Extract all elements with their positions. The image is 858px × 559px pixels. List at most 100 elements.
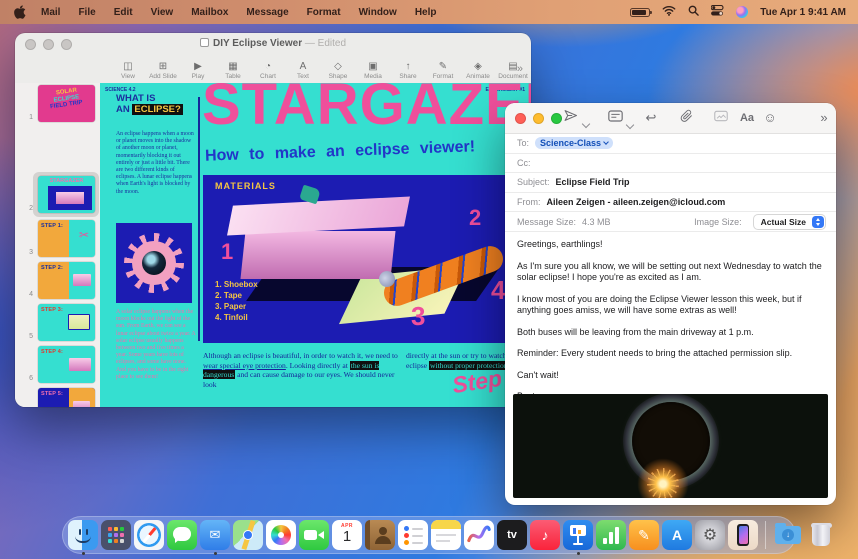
play-button[interactable]: ▶Play	[185, 61, 211, 80]
dock-system-settings[interactable]: ⚙	[695, 520, 725, 550]
dock: ✉ APR 1 tv ♪ ✎ A ⚙ ↓	[62, 516, 796, 554]
text-button[interactable]: AText	[290, 61, 316, 80]
keynote-titlebar[interactable]: DIY Eclipse Viewer — Edited	[15, 33, 531, 55]
close-button[interactable]	[515, 113, 526, 124]
chart-button[interactable]: ◔Chart	[255, 61, 281, 80]
dock-mail[interactable]: ✉	[200, 520, 230, 550]
control-center-icon[interactable]	[711, 5, 724, 19]
dock-photos[interactable]	[266, 520, 296, 550]
material-number-3: 3	[411, 301, 425, 332]
menu-item-edit[interactable]: Edit	[105, 7, 142, 18]
dock-keynote[interactable]	[563, 520, 593, 550]
dock-reminders[interactable]	[398, 520, 428, 550]
dock-app-store[interactable]: A	[662, 520, 692, 550]
dock-music[interactable]: ♪	[530, 520, 560, 550]
emoji-icon[interactable]: ☺	[761, 109, 779, 127]
menu-item-help[interactable]: Help	[406, 7, 446, 18]
menu-item-mail[interactable]: Mail	[32, 7, 69, 18]
slide-paragraph-solar: A solar eclipse happens when the moon bl…	[116, 309, 196, 381]
dock-numbers[interactable]	[596, 520, 626, 550]
dock-maps[interactable]	[233, 520, 263, 550]
subject-field[interactable]: Subject: Eclipse Field Trip	[505, 173, 836, 193]
slide-thumbnail-7[interactable]: 7 STEP 5:	[15, 388, 100, 407]
slide-thumbnail-3[interactable]: 3 STEP 1: ✂	[15, 220, 100, 257]
format-button[interactable]: ✎Format	[430, 61, 456, 80]
view-button[interactable]: ◫View	[115, 61, 141, 80]
table-button[interactable]: ▦Table	[220, 61, 246, 80]
dock-downloads[interactable]: ↓	[773, 520, 803, 550]
dock-notes[interactable]	[431, 520, 461, 550]
menu-item-view[interactable]: View	[142, 7, 183, 18]
image-size-select[interactable]: Actual Size	[753, 214, 826, 230]
mail-toolbar[interactable]: ↩ Aa ☺ »	[505, 103, 836, 134]
dock-calendar[interactable]: APR 1	[332, 520, 362, 550]
add-slide-button[interactable]: ⊞Add Slide	[150, 61, 176, 80]
materials-list: 1. Shoebox 2. Tape 3. Paper 4. Tinfoil	[215, 279, 258, 323]
send-icon[interactable]	[561, 109, 579, 127]
mail-traffic-lights	[505, 113, 562, 124]
dock-contacts[interactable]	[365, 520, 395, 550]
battery-icon[interactable]	[630, 8, 650, 17]
wifi-icon[interactable]	[662, 5, 676, 19]
cc-field[interactable]: Cc:	[505, 154, 836, 174]
menu-item-file[interactable]: File	[69, 7, 104, 18]
slide-thumbnail-6[interactable]: 6 STEP 4:	[15, 346, 100, 383]
slide-subtitle: How to make an eclipse viewer!	[205, 138, 476, 165]
recipient-token[interactable]: Science-Class	[535, 137, 613, 149]
to-field[interactable]: To: Science-Class	[505, 134, 836, 154]
slide-canvas[interactable]: SCIENCE 4.2 EXPERIMENT #1 WHAT IS AN ECL…	[100, 83, 531, 407]
spotlight-icon[interactable]	[688, 5, 699, 19]
slide-thumbnail-5[interactable]: 5 STEP 3:	[15, 304, 100, 341]
menu-bar-clock[interactable]: Tue Apr 1 9:41 AM	[760, 7, 846, 18]
apple-menu-icon[interactable]	[0, 5, 32, 19]
header-fields-icon[interactable]	[603, 109, 627, 127]
insert-photo-icon[interactable]	[712, 109, 730, 127]
thumb-2-art: STARGAZER	[38, 176, 95, 213]
dock-facetime[interactable]	[299, 520, 329, 550]
eclipse-attachment-image[interactable]	[513, 394, 828, 498]
size-row: Message Size: 4.3 MB Image Size: Actual …	[505, 212, 836, 232]
more-toolbar-icon[interactable]: »	[815, 109, 833, 127]
animate-icon: ◈	[474, 61, 482, 72]
share-button[interactable]: ↑Share	[395, 61, 421, 80]
envelope-icon: ✉	[210, 527, 221, 543]
toolbar-overflow-icon[interactable]: »	[517, 63, 523, 75]
edited-label: — Edited	[305, 38, 346, 49]
dock-messages[interactable]	[167, 520, 197, 550]
siri-icon[interactable]	[736, 6, 748, 18]
dock-pages[interactable]: ✎	[629, 520, 659, 550]
chevron-down-icon[interactable]	[627, 115, 633, 133]
chevron-down-icon[interactable]	[583, 114, 589, 132]
dock-freeform[interactable]	[464, 520, 494, 550]
dock-tv[interactable]: tv	[497, 520, 527, 550]
animate-button[interactable]: ◈Animate	[465, 61, 491, 80]
image-size-group: Image Size: Actual Size	[694, 214, 826, 230]
format-text-icon[interactable]: Aa	[737, 109, 757, 127]
dock-trash[interactable]	[806, 520, 836, 550]
dock-safari[interactable]	[134, 520, 164, 550]
body-paragraph: Reminder: Every student needs to bring t…	[517, 348, 825, 360]
shoebox-front	[240, 231, 395, 279]
menu-item-format[interactable]: Format	[298, 7, 350, 18]
from-field[interactable]: From: Aileen Zeigen - aileen.zeigen@iclo…	[505, 193, 836, 213]
shape-button[interactable]: ◇Shape	[325, 61, 351, 80]
body-paragraph: I know most of you are doing the Eclipse…	[517, 294, 825, 317]
minimize-button[interactable]	[533, 113, 544, 124]
dock-finder[interactable]	[68, 520, 98, 550]
attach-icon[interactable]	[677, 109, 695, 128]
reply-icon[interactable]: ↩	[642, 109, 660, 127]
thumb-4-art: STEP 2:	[38, 262, 95, 299]
slide-thumbnail-4[interactable]: 4 STEP 2:	[15, 262, 100, 299]
tv-label: tv	[507, 529, 517, 541]
slide-thumbnail-1[interactable]: 1 SOLAR ECLIPSE FIELD TRIP	[15, 85, 100, 122]
appstore-letter: A	[672, 527, 682, 543]
thumb-1-art: SOLAR ECLIPSE FIELD TRIP	[38, 85, 95, 122]
menu-item-mailbox[interactable]: Mailbox	[182, 7, 237, 18]
menu-item-message[interactable]: Message	[237, 7, 297, 18]
dock-launchpad[interactable]	[101, 520, 131, 550]
slide-thumbnail-2-selected[interactable]: 2 STARGAZER	[15, 176, 100, 213]
media-button[interactable]: ▣Media	[360, 61, 386, 80]
menu-item-window[interactable]: Window	[350, 7, 406, 18]
slide-divider-line	[198, 97, 200, 341]
dock-iphone-mirroring[interactable]	[728, 520, 758, 550]
